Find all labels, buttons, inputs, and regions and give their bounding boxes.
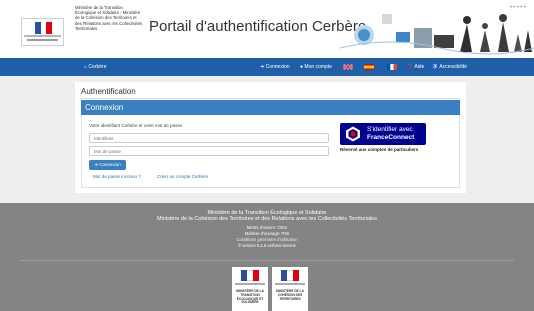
franceconnect-icon: [346, 126, 360, 142]
password-input[interactable]: [89, 146, 329, 156]
spanish-flag-icon[interactable]: [364, 64, 374, 70]
franceconnect-note: Réservé aux comptes de particuliers: [340, 147, 419, 152]
site-header: Ministère de la Transition Écologique et…: [0, 0, 534, 58]
create-account-link[interactable]: Créer un compte Cerbère: [157, 174, 208, 179]
decorative-dots: •••••: [509, 4, 527, 11]
forgot-password-link[interactable]: Mot de passe inconnu ?: [93, 174, 141, 179]
login-instructions: Votre identifiant Cerbère et votre mot d…: [89, 123, 183, 128]
user-icon: ●: [300, 64, 304, 70]
nav-aide-link[interactable]: ❓ Aide: [407, 64, 424, 70]
footer-moa: Maîtrise d'ouvrage: PSII: [244, 231, 290, 236]
footer-version: © version 5.1.5 cerbere-interne: [238, 243, 296, 248]
english-flag-icon[interactable]: [343, 64, 353, 70]
nav-mon-compte-label: Mon compte: [304, 64, 332, 70]
franceconnect-line2: FranceConnect: [367, 134, 415, 141]
auth-title: Authentification: [81, 87, 136, 96]
title-divider: [81, 98, 460, 99]
nav-accessibilite-link[interactable]: ♿ Accessibilité: [432, 64, 467, 70]
header-illustration: [339, 14, 534, 55]
nav-mon-compte-link[interactable]: ● Mon compte: [300, 64, 332, 70]
ministry-logo-cohesion: MINISTÈRE DE LA COHÉSION DES TERRITOIRES: [272, 267, 308, 311]
footer-divider: [20, 260, 514, 261]
ministries-text: Ministère de la Transition Écologique et…: [75, 5, 143, 31]
nav-home-link[interactable]: ⌂ Cerbère: [84, 64, 107, 70]
accessibility-icon: ♿: [432, 64, 439, 70]
ministry-logo-transition-text: MINISTÈRE DE LA TRANSITION ÉCOLOGIQUE ET…: [236, 289, 264, 305]
nav-connexion-link[interactable]: ➜ Connexion: [260, 64, 290, 70]
help-icon: ❓: [407, 64, 414, 70]
footer-cgu-link[interactable]: Conditions générales d'utilisation: [0, 237, 534, 242]
footer-moe: Mettre d'œuvre: CEIS: [246, 225, 288, 230]
nav-aide-label: Aide: [414, 64, 425, 70]
home-icon: ⌂: [84, 64, 88, 70]
franceconnect-line1: S'identifier avec: [367, 126, 413, 133]
login-icon: ➜: [260, 64, 265, 70]
nav-brand-label: Cerbère: [88, 64, 107, 70]
nav-accessibilite-label: Accessibilité: [439, 64, 467, 70]
franceconnect-button[interactable]: S'identifier avec FranceConnect: [340, 123, 426, 145]
top-navbar: ⌂ Cerbère ➜ Connexion ● Mon compte ❓ Aid…: [0, 58, 534, 76]
login-icon: ➜: [94, 162, 98, 167]
connexion-panel-header: Connexion: [81, 100, 460, 115]
site-footer: Ministère de la Transition Écologique et…: [0, 203, 534, 311]
ministry-logo-cohesion-text: MINISTÈRE DE LA COHÉSION DES TERRITOIRES: [276, 289, 304, 301]
footer-ministry-2: Ministère de la Cohésion des Territoires…: [157, 216, 377, 222]
republique-francaise-logo: [21, 18, 64, 46]
identifiant-input[interactable]: [89, 133, 329, 143]
ministry-logo-transition: MINISTÈRE DE LA TRANSITION ÉCOLOGIQUE ET…: [232, 267, 268, 311]
connexion-submit-label: Connexion: [99, 162, 121, 167]
french-flag-icon[interactable]: [387, 64, 397, 70]
nav-connexion-label: Connexion: [265, 64, 290, 70]
connexion-submit-button[interactable]: ➜ Connexion: [89, 160, 126, 170]
